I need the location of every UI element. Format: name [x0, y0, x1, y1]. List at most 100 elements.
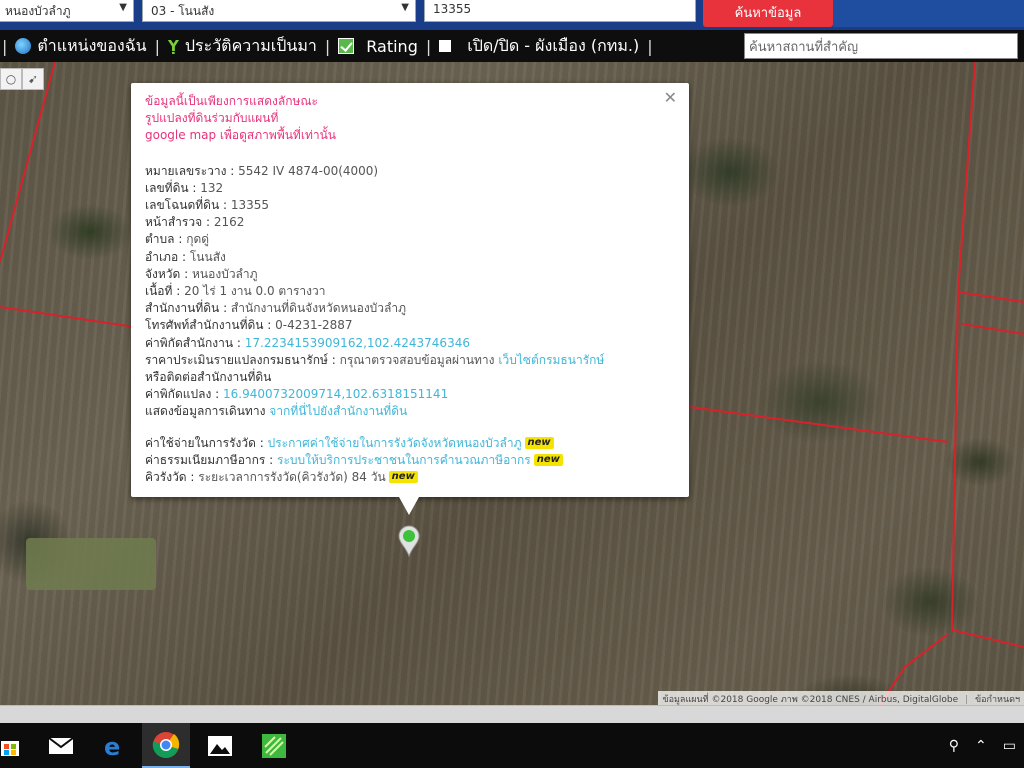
sprout-icon: Ỵ	[167, 37, 179, 55]
field-label: จังหวัด	[145, 266, 181, 281]
menu-rating[interactable]: Rating	[338, 37, 418, 56]
field-value: 0-4231-2887	[275, 318, 353, 333]
network-icon[interactable]: ▭	[1003, 738, 1016, 754]
route-link[interactable]: จากที่นี่ไปยังสำนักงานที่ดิน	[269, 404, 407, 418]
field-label: ตำบล	[145, 232, 175, 247]
attribution-text: ข้อมูลแผนที่ ©2018 Google ภาพ ©2018 CNES…	[662, 695, 959, 705]
field-label: คิวรังวัด	[145, 470, 187, 485]
menu-separator: |	[324, 36, 331, 56]
survey-fee-link[interactable]: ประกาศค่าใช้จ่ายในการรังวัดจังหวัดหนองบั…	[268, 436, 522, 450]
field-value: 13355	[230, 198, 270, 213]
field-value: 5542 IV 4874-00(4000)	[238, 163, 379, 178]
green-app-icon[interactable]	[250, 723, 298, 768]
district-select[interactable]: 03 - โนนสัง ▼	[142, 0, 416, 22]
field-value: โนนสัง	[189, 249, 226, 264]
field-label: เนื้อที่	[145, 284, 173, 299]
store-icon[interactable]	[0, 723, 34, 768]
menu-my-location[interactable]: ตำแหน่งของฉัน	[15, 34, 147, 59]
field-value: กุดดู่	[186, 232, 210, 247]
menu-separator: |	[2, 36, 8, 56]
close-icon[interactable]: ✕	[664, 89, 677, 106]
popup-tail	[399, 497, 419, 515]
menu-city-plan-label: เปิด/ปิด - ผังเมือง (กทม.)	[467, 35, 640, 55]
office-coordinates-link[interactable]: 17.2234153909162,102.4243746346	[245, 336, 470, 350]
menu-separator: |	[154, 36, 160, 56]
new-badge: new	[533, 453, 563, 466]
field-label: แสดงข้อมูลการเดินทาง	[145, 404, 266, 419]
field-label: หน้าสำรวจ	[145, 215, 203, 230]
field-label: โทรศัพท์สำนักงานที่ดิน	[145, 318, 264, 333]
svg-text:e: e	[104, 733, 120, 759]
photos-icon[interactable]	[196, 723, 244, 768]
field-value: สำนักงานที่ดินจังหวัดหนองบัวลำภู	[230, 301, 407, 316]
field-office-coordinates: ค่าพิกัดสำนักงาน : 17.2234153909162,102.…	[145, 335, 470, 350]
field-appraisal: ราคาประเมินรายแปลงกรมธนารักษ์ : กรุณาตรว…	[145, 352, 605, 367]
circle-tool-icon[interactable]: ○	[0, 68, 22, 90]
field-label: สำนักงานที่ดิน	[145, 301, 220, 316]
field-value: หนองบัวลำภู	[192, 266, 258, 281]
field-province: จังหวัด : หนองบัวลำภู	[145, 266, 258, 281]
search-button[interactable]: ค้นหาข้อมูล	[703, 0, 833, 27]
people-icon[interactable]: ⚲	[949, 738, 959, 754]
map-controls: ○ ➹	[0, 68, 44, 90]
field-label: ค่าพิกัดแปลง	[145, 387, 212, 402]
province-select[interactable]: หนองบัวลำภู ▼	[0, 0, 134, 22]
map-pin-icon[interactable]	[398, 525, 420, 557]
field-label: ค่าใช้จ่ายในการรังวัด	[145, 435, 256, 450]
menu-history[interactable]: Ỵ ประวัติความเป็นมา	[168, 34, 317, 59]
field-district: อำเภอ : โนนสัง	[145, 249, 226, 264]
menu-separator: |	[647, 36, 653, 56]
system-tray: ⚲ ⌃ ▭	[949, 723, 1024, 768]
field-parcel-coordinates: ค่าพิกัดแปลง : 16.9400732009714,102.6318…	[145, 387, 449, 402]
disclaimer-line: google map เพื่อดูสภาพพื้นที่เท่านั้น	[145, 128, 336, 143]
city-plan-checkbox[interactable]	[439, 40, 452, 52]
appraisal-text: กรุณาตรวจสอบข้อมูลผ่านทาง	[339, 352, 495, 367]
field-label: อำเภอ	[145, 249, 179, 264]
field-label: ค่าธรรมเนียมภาษีอากร	[145, 452, 266, 467]
field-label: เลขที่ดิน	[145, 180, 189, 195]
disclaimer-line: รูปแปลงที่ดินร่วมกับแผนที่	[145, 111, 279, 126]
deed-number-input[interactable]: 13355	[424, 0, 696, 22]
new-badge: new	[524, 436, 554, 449]
tax-calculator-link[interactable]: ระบบให้บริการประชาชนในการคำนวณภาษีอากร	[277, 453, 531, 467]
menu-rating-label: Rating	[366, 36, 418, 56]
chevron-up-icon[interactable]: ⌃	[975, 738, 987, 754]
field-survey-page: หน้าสำรวจ : 2162	[145, 215, 245, 230]
field-office-phone: โทรศัพท์สำนักงานที่ดิน : 0-4231-2887	[145, 318, 353, 333]
appraisal-line2: หรือติดต่อสำนักงานที่ดิน	[145, 370, 272, 385]
field-label: เลขโฉนดที่ดิน	[145, 198, 220, 213]
field-label: หมายเลขระวาง	[145, 163, 227, 178]
menu-history-label: ประวัติความเป็นมา	[184, 35, 317, 55]
field-label: ราคาประเมินรายแปลงกรมธนารักษ์	[145, 352, 328, 367]
field-value: 20 ไร่ 1 งาน 0.0 ตารางวา	[184, 284, 326, 299]
field-route: แสดงข้อมูลการเดินทาง จากที่นี่ไปยังสำนัก…	[145, 403, 675, 420]
menu-city-plan-toggle[interactable]: เปิด/ปิด - ผังเมือง (กทม.)	[439, 34, 639, 59]
checkmark-icon	[338, 38, 355, 54]
cursor-tool-icon[interactable]: ➹	[22, 68, 44, 90]
treasury-website-link[interactable]: เว็บไซต์กรมธนารักษ์	[498, 353, 604, 367]
attribution-separator: |	[965, 695, 969, 705]
disclaimer-line: ข้อมูลนี้เป็นเพียงการแสดงลักษณะ	[145, 94, 318, 108]
field-land-number: เลขที่ดิน : 132	[145, 180, 224, 195]
terms-link[interactable]: ข้อกำหนดฯ	[975, 695, 1020, 705]
field-value: 132	[200, 180, 224, 195]
field-survey-queue: คิวรังวัด : ระยะเวลาการรังวัด(คิวรังวัด)…	[145, 469, 675, 486]
field-area: เนื้อที่ : 20 ไร่ 1 งาน 0.0 ตารางวา	[145, 284, 326, 299]
district-select-value: 03 - โนนสัง	[151, 4, 215, 18]
field-label: ค่าพิกัดสำนักงาน	[145, 335, 234, 350]
edge-browser-icon[interactable]: e	[90, 723, 138, 768]
field-sheet-number: หมายเลขระวาง : 5542 IV 4874-00(4000)	[145, 163, 379, 178]
parcel-coordinates-link[interactable]: 16.9400732009714,102.6318151141	[223, 387, 448, 401]
field-value: 2162	[213, 215, 245, 230]
windows-taskbar: e ⚲ ⌃ ▭	[0, 723, 1024, 768]
field-value: ระยะเวลาการรังวัด(คิวรังวัด) 84 วัน	[198, 470, 386, 485]
browser-status-bar	[0, 705, 1024, 723]
chrome-browser-icon[interactable]	[142, 723, 190, 768]
deed-number-value: 13355	[433, 2, 472, 16]
mail-icon[interactable]	[37, 723, 85, 768]
chevron-down-icon: ▼	[119, 2, 127, 13]
place-search-input[interactable]	[744, 33, 1018, 59]
globe-icon	[15, 38, 32, 54]
province-select-value: หนองบัวลำภู	[5, 4, 71, 18]
search-bar: หนองบัวลำภู ▼ 03 - โนนสัง ▼ 13355 ค้นหาข…	[0, 0, 1024, 30]
